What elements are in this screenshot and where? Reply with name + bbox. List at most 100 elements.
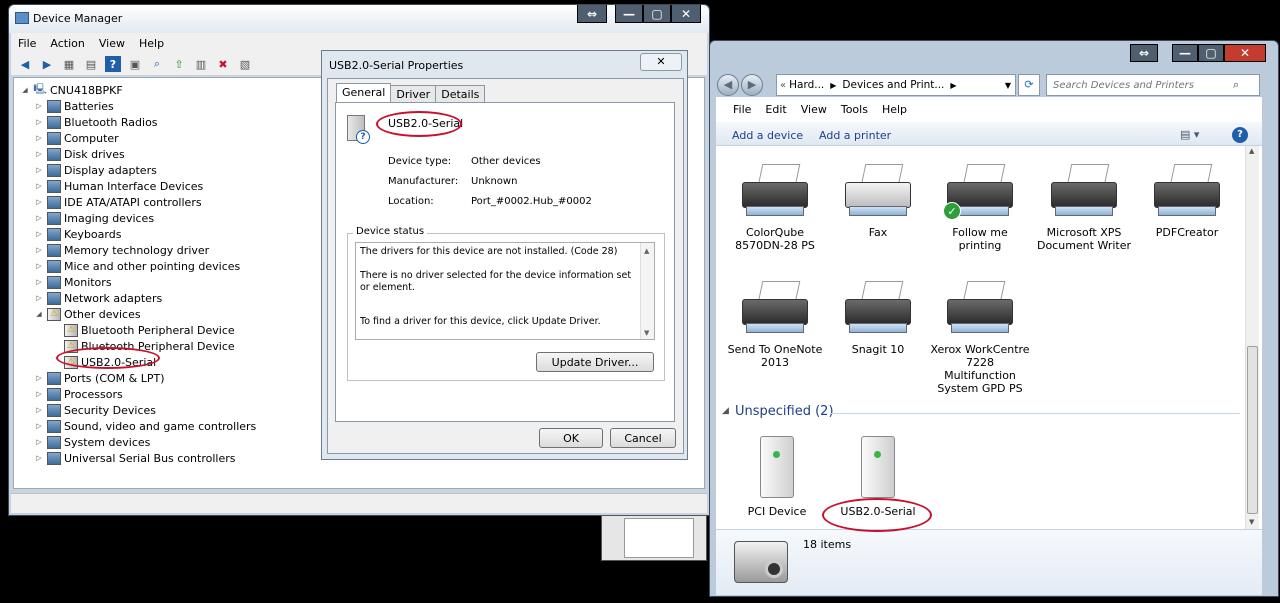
tree-category[interactable]: ▷ Keyboards [34, 226, 121, 242]
tree-category[interactable]: ▷ Memory technology driver [34, 242, 209, 258]
printer-item[interactable]: Send To OneNote 2013 [725, 279, 825, 369]
expand-icon[interactable]: ▷ [34, 374, 44, 382]
expand-icon[interactable]: ▷ [34, 198, 44, 206]
expand-icon[interactable]: ▷ [34, 230, 44, 238]
dp-minimize-button[interactable]: — [1172, 44, 1198, 62]
expand-icon[interactable]: ▷ [34, 118, 44, 126]
add-device-button[interactable]: Add a device [732, 129, 803, 142]
menu-file[interactable]: File [11, 35, 43, 53]
dp-scroll-down-icon[interactable]: ▼ [1249, 518, 1254, 526]
dp-scroll-up-icon[interactable]: ▲ [1249, 147, 1254, 155]
tree-category[interactable]: ▷ Disk drives [34, 146, 125, 162]
cancel-button[interactable]: Cancel [610, 428, 676, 448]
uninstall-icon[interactable]: ✖ [215, 56, 231, 72]
menu-view[interactable]: View [92, 35, 132, 53]
expand-icon[interactable]: ▷ [34, 406, 44, 414]
device-pci[interactable]: PCI Device [727, 436, 827, 518]
printer-item[interactable]: Xerox WorkCentre 7228 Multifunction Syst… [930, 279, 1030, 395]
dp-menu-view[interactable]: View [794, 101, 834, 118]
collapse-icon[interactable]: ◢ [20, 86, 30, 94]
tree-category[interactable]: ▷ Imaging devices [34, 210, 154, 226]
dp-restore-button[interactable]: ⇔ [1130, 44, 1158, 62]
tree-category[interactable]: ▷ Batteries [34, 98, 114, 114]
dialog-close-button[interactable]: ✕ [640, 53, 682, 71]
unspecified-group-header[interactable]: Unspecified (2) [735, 404, 834, 419]
tree-category[interactable]: ▷ Ports (COM & LPT) [34, 370, 165, 386]
dp-menu-edit[interactable]: Edit [758, 101, 793, 118]
expand-icon[interactable]: ▷ [34, 246, 44, 254]
tree-category[interactable]: ▷ Universal Serial Bus controllers [34, 450, 235, 466]
update-driver-icon[interactable]: ⇧ [171, 56, 187, 72]
menu-help[interactable]: Help [132, 35, 171, 53]
minimize-button[interactable]: — [615, 5, 643, 23]
tree-category[interactable]: ▷ Monitors [34, 274, 112, 290]
help-icon[interactable]: ? [1232, 127, 1248, 143]
tab-general[interactable]: General [336, 83, 392, 103]
tree-category[interactable]: ▷ Sound, video and game controllers [34, 418, 256, 434]
tree-category[interactable]: ▷ Network adapters [34, 290, 162, 306]
scan-hardware-icon[interactable]: ⌕ [149, 56, 165, 72]
back-icon[interactable]: ◀ [17, 56, 33, 72]
breadcrumb-devices-printers[interactable]: Devices and Print... [842, 79, 944, 91]
restore-button[interactable]: ⇔ [577, 5, 607, 23]
status-scrollbar[interactable]: ▲ ▼ [640, 243, 654, 339]
tree-category[interactable]: ▷ IDE ATA/ATAPI controllers [34, 194, 202, 210]
scroll-up-icon[interactable]: ▲ [644, 245, 649, 257]
expand-icon[interactable]: ▷ [34, 278, 44, 286]
printer-item[interactable]: Microsoft XPS Document Writer [1034, 162, 1134, 252]
search-box[interactable]: ⌕ [1046, 74, 1260, 96]
expand-icon[interactable]: ▷ [34, 454, 44, 462]
unspecified-collapse-icon[interactable]: ◢ [722, 406, 729, 416]
address-dropdown-icon[interactable]: ▼ [1005, 81, 1015, 90]
add-printer-button[interactable]: Add a printer [819, 129, 891, 142]
search-input[interactable] [1047, 79, 1233, 91]
dp-menu-help[interactable]: Help [875, 101, 914, 118]
tree-category[interactable]: ▷ Processors [34, 386, 123, 402]
expand-icon[interactable]: ▷ [34, 102, 44, 110]
maximize-button[interactable]: ▢ [643, 5, 671, 23]
dp-scrollbar[interactable]: ▲ ▼ [1245, 146, 1259, 529]
nav-forward-button[interactable]: ▶ [741, 74, 763, 96]
dp-menu-file[interactable]: File [726, 101, 758, 118]
expand-icon[interactable]: ▷ [34, 150, 44, 158]
tree-root[interactable]: ◢ 🖳 CNU418BPKF [20, 82, 122, 98]
expand-icon[interactable]: ▷ [34, 438, 44, 446]
expand-icon[interactable]: ▷ [34, 294, 44, 302]
printer-item[interactable]: ✓ Follow me printing [930, 162, 1030, 252]
printer-item[interactable]: ColorQube 8570DN-28 PS [725, 162, 825, 252]
forward-icon[interactable]: ▶ [39, 56, 55, 72]
scroll-down-icon[interactable]: ▼ [644, 327, 649, 339]
tree-category[interactable]: ▷ Security Devices [34, 402, 156, 418]
show-hide-tree-icon[interactable]: ▦ [61, 56, 77, 72]
printer-item[interactable]: Fax [828, 162, 928, 239]
dp-menu-tools[interactable]: Tools [834, 101, 875, 118]
tree-category[interactable]: ▷ Computer [34, 130, 119, 146]
expand-icon[interactable]: ▷ [34, 166, 44, 174]
printer-item[interactable]: PDFCreator [1137, 162, 1237, 239]
ok-button[interactable]: OK [539, 428, 603, 448]
dp-scroll-thumb[interactable] [1247, 346, 1258, 514]
disable-icon[interactable]: ▥ [193, 56, 209, 72]
tree-category[interactable]: ▷ Mice and other pointing devices [34, 258, 240, 274]
tree-device[interactable]: ⚠ USB2.0-Serial [51, 354, 156, 370]
expand-icon[interactable]: ▷ [34, 214, 44, 222]
device-usb-serial[interactable]: USB2.0-Serial [828, 436, 928, 518]
dp-maximize-button[interactable]: ▢ [1198, 44, 1224, 62]
expand-icon[interactable]: ▷ [34, 390, 44, 398]
printer-item[interactable]: Snagit 10 [828, 279, 928, 356]
breadcrumb-hardware[interactable]: Hard... [789, 79, 824, 91]
tree-device[interactable]: ⚠ Bluetooth Peripheral Device [51, 322, 235, 338]
nav-back-button[interactable]: ◀ [717, 74, 739, 96]
tree-category[interactable]: ▷ Bluetooth Radios [34, 114, 158, 130]
properties-sheet-icon[interactable]: ▣ [127, 56, 143, 72]
view-options-icon[interactable]: ▤ ▾ [1180, 128, 1199, 141]
tree-category[interactable]: ▷ Human Interface Devices [34, 178, 203, 194]
expand-icon[interactable]: ▷ [34, 134, 44, 142]
properties-icon[interactable]: ▤ [83, 56, 99, 72]
close-button[interactable]: ✕ [671, 5, 701, 23]
collapse-icon[interactable]: ◢ [34, 310, 44, 318]
expand-icon[interactable]: ▷ [34, 262, 44, 270]
device-status-textbox[interactable]: The drivers for this device are not inst… [355, 242, 655, 340]
tree-category[interactable]: ▷ Display adapters [34, 162, 157, 178]
expand-icon[interactable]: ▷ [34, 182, 44, 190]
